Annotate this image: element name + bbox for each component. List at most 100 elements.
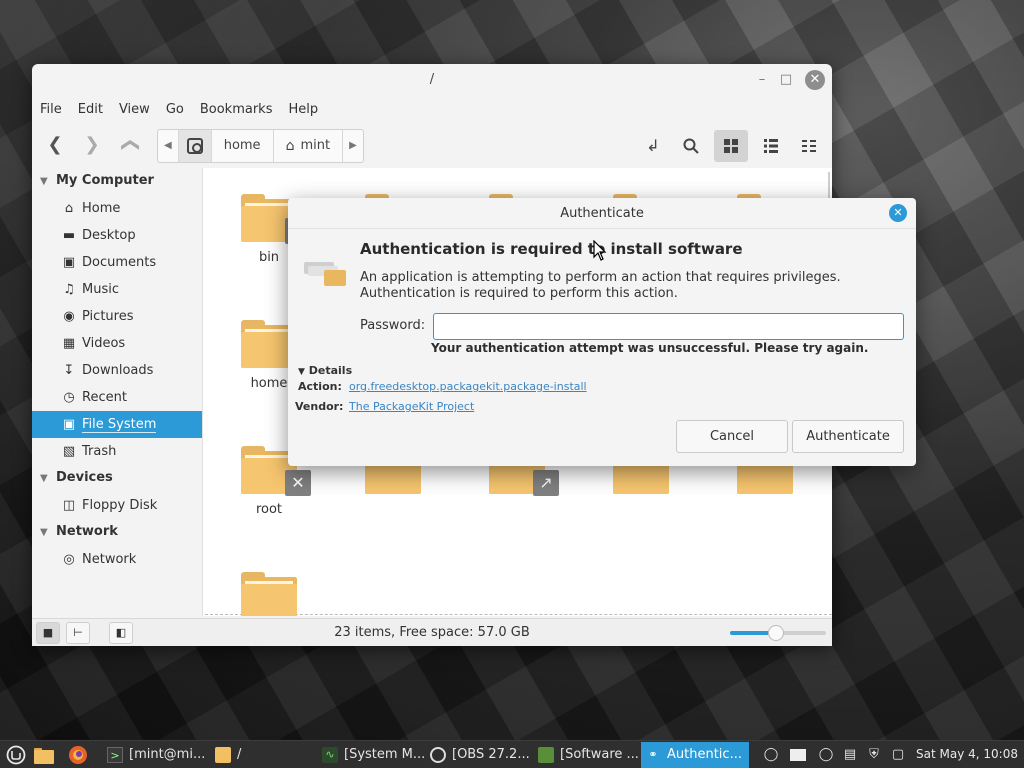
sidebar-item-network[interactable]: ◎ Network [32,546,202,573]
sidebar-item-videos[interactable]: ▦ Videos [32,330,202,357]
sidebar-item-pictures[interactable]: ◉ Pictures [32,303,202,330]
task-label: [Software ... [560,747,639,762]
camera-icon: ◉ [63,309,75,324]
menu-edit[interactable]: Edit [70,98,111,122]
symlink-emblem-icon: ↗ [533,470,559,496]
sidebar-item-music[interactable]: ♫ Music [32,276,202,303]
task-label: [OBS 27.2... [452,747,530,762]
clock[interactable]: Sat May 4, 10:08 [916,747,1018,761]
clipboard-icon[interactable]: ▤ [840,745,860,765]
breadcrumb-next-button[interactable]: ▶ [343,130,363,162]
folder-item[interactable] [219,550,319,616]
obs-tray-icon[interactable]: ◯ [761,745,781,765]
triangle-down-icon: ▼ [40,527,48,538]
clock-icon: ◷ [63,390,75,405]
breadcrumb-label: home [223,138,261,153]
sidebar-item-downloads[interactable]: ↧ Downloads [32,357,202,384]
authenticate-button[interactable]: Authenticate [792,420,904,453]
toggle-location-button[interactable]: ↲ [636,130,670,162]
firefox-launcher[interactable] [67,744,89,766]
search-icon [683,138,699,154]
menu-view[interactable]: View [111,98,158,122]
task-obs[interactable]: [OBS 27.2... [426,742,533,768]
action-link[interactable]: org.freedesktop.packagekit.package-insta… [349,380,587,393]
list-view-button[interactable] [754,130,788,162]
sidebar-item-recent[interactable]: ◷ Recent [32,384,202,411]
details-expander[interactable]: ▼ Details [298,364,352,377]
software-manager-icon [538,747,554,763]
sidebar-section-label: Devices [56,470,113,485]
location-entry-icon: ↲ [646,136,660,155]
sidebar-item-file-system[interactable]: ▣ File System [32,411,202,438]
home-icon: ⌂ [285,138,295,154]
task-terminal[interactable]: > [mint@mi... [103,742,211,768]
system-monitor-icon: ∿ [322,747,338,763]
cancel-button[interactable]: Cancel [676,420,788,453]
minimize-button[interactable]: – [752,70,772,90]
icon-view-button[interactable] [714,130,748,162]
close-button[interactable]: ✕ [805,70,825,90]
task-software-manager[interactable]: [Software ... [534,742,640,768]
dialog-description: An application is attempting to perform … [360,270,841,301]
task-system-monitor[interactable]: ∿ [System M... [318,742,425,768]
compact-list-icon [802,140,816,152]
sidebar-item-floppy-disk[interactable]: ◫ Floppy Disk [32,492,202,519]
sidebar-item-documents[interactable]: ▣ Documents [32,249,202,276]
menu-button[interactable] [5,744,27,766]
breadcrumb-mint[interactable]: ⌂ mint [274,130,344,162]
authenticate-dialog: Authenticate ✕ Authentication is require… [288,198,916,466]
dialog-close-button[interactable]: ✕ [889,204,907,222]
dialog-heading: Authentication is required to install so… [360,240,743,258]
task-label: [mint@mi... [129,747,206,762]
mint-logo-icon [6,745,26,765]
up-button[interactable]: ❮ [116,130,146,160]
sidebar-section-my-computer[interactable]: ▼ My Computer [40,169,154,193]
files-launcher[interactable] [33,744,55,766]
dialog-title: Authenticate [560,206,644,221]
folder-icon [241,572,297,616]
globe-icon: ◎ [63,552,75,567]
sidebar-item-trash[interactable]: ▧ Trash [32,438,202,465]
triangle-left-icon: ◀ [164,140,172,151]
sidebar-item-home[interactable]: ⌂ Home [32,195,202,222]
shield-icon[interactable]: ⛨ [864,745,884,765]
back-button[interactable]: ❮ [40,130,70,160]
menu-help[interactable]: Help [280,98,326,122]
window-titlebar[interactable]: / – □ ✕ [32,64,832,96]
search-button[interactable] [674,130,708,162]
task-label: Authentic... [667,747,742,762]
vendor-link[interactable]: The PackageKit Project [349,400,474,413]
task-authenticate[interactable]: ⚭ Authentic... [641,742,749,768]
divider [288,228,916,229]
documents-icon: ▣ [62,255,76,270]
clipboard-tray-icon[interactable] [788,745,808,765]
menu-bar: File Edit View Go Bookmarks Help [32,98,326,122]
film-icon: ▦ [62,336,76,351]
maximize-button[interactable]: □ [776,70,796,90]
trash-icon: ▧ [62,444,76,459]
sidebar-item-desktop[interactable]: ▬ Desktop [32,222,202,249]
sidebar-section-network[interactable]: ▼ Network [40,520,118,544]
obs-tray-icon-2[interactable]: ◯ [816,745,836,765]
menu-file[interactable]: File [32,98,70,122]
breadcrumb-prev-button[interactable]: ◀ [158,130,179,162]
zoom-slider[interactable] [730,625,826,641]
breadcrumb-filesystem[interactable] [178,130,212,162]
list-icon [764,139,778,153]
task-label: [System M... [344,747,425,762]
triangle-right-icon: ▶ [349,140,357,151]
task-files[interactable]: / [211,742,317,768]
zoom-slider-handle[interactable] [768,625,785,641]
sidebar-section-devices[interactable]: ▼ Devices [40,466,113,490]
details-label: Details [308,364,353,377]
sidebar-section-label: My Computer [56,173,154,188]
forward-button[interactable]: ❯ [77,130,107,160]
drive-icon: ▣ [62,417,76,432]
password-field[interactable] [433,313,904,340]
menu-go[interactable]: Go [158,98,192,122]
breadcrumb-home[interactable]: home [212,130,274,162]
menu-bookmarks[interactable]: Bookmarks [192,98,281,122]
compact-view-button[interactable] [792,130,826,162]
notes-icon[interactable]: ▢ [888,745,908,765]
sidebar-section-label: Network [56,524,118,539]
